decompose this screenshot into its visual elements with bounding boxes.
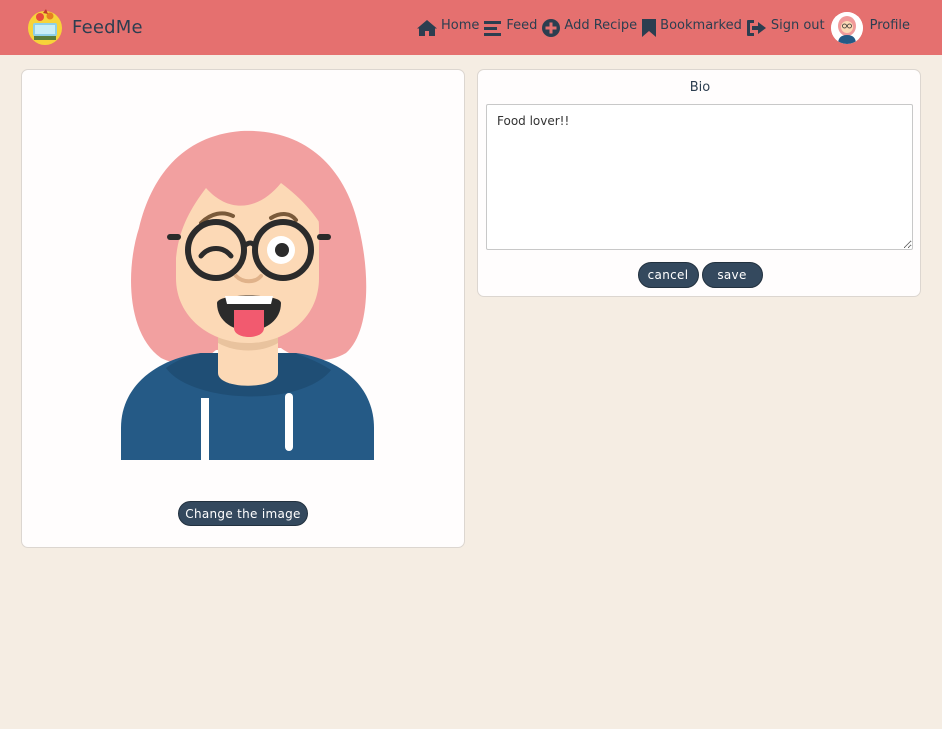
nav-bookmarked[interactable]: Bookmarked — [641, 13, 742, 43]
plus-circle-icon — [542, 18, 561, 37]
bio-card: Bio Food lover!! cancel save — [477, 69, 921, 297]
bookmark-icon — [642, 18, 657, 37]
nav-bookmarked-label: Bookmarked — [660, 18, 742, 33]
nav-add-recipe[interactable]: Add Recipe — [541, 13, 637, 43]
nav-sign-out[interactable]: Sign out — [746, 13, 825, 43]
sign-out-icon — [746, 19, 766, 36]
nav-profile-label: Profile — [869, 18, 911, 33]
bio-label: Bio — [689, 80, 711, 95]
change-image-button[interactable]: Change the image — [178, 501, 308, 526]
save-button[interactable]: save — [701, 262, 763, 288]
profile-avatar-image — [121, 130, 374, 460]
nav-feed[interactable]: Feed — [483, 13, 537, 43]
chef-food-logo-icon — [28, 9, 62, 45]
avatar — [830, 11, 863, 44]
nav-profile[interactable]: Profile — [829, 11, 911, 44]
brand[interactable]: FeedMe — [26, 7, 143, 47]
nav-feed-label: Feed — [506, 18, 538, 33]
profile-image-card: Change the image — [21, 69, 465, 548]
bars-icon — [484, 20, 502, 36]
nav-add-recipe-label: Add Recipe — [564, 18, 638, 33]
bio-actions: cancel save — [478, 262, 922, 288]
nav-home-label: Home — [441, 18, 480, 33]
navbar: FeedMe Home Feed Add Recipe Bookmarked S… — [0, 0, 942, 55]
nav-home[interactable]: Home — [416, 13, 479, 43]
home-icon — [417, 19, 437, 36]
nav-menu: Home Feed Add Recipe Bookmarked Sign out… — [416, 0, 914, 55]
bio-textarea[interactable]: Food lover!! — [486, 104, 913, 250]
nav-sign-out-label: Sign out — [770, 18, 825, 33]
brand-name: FeedMe — [72, 16, 143, 38]
cancel-button[interactable]: cancel — [637, 262, 699, 288]
